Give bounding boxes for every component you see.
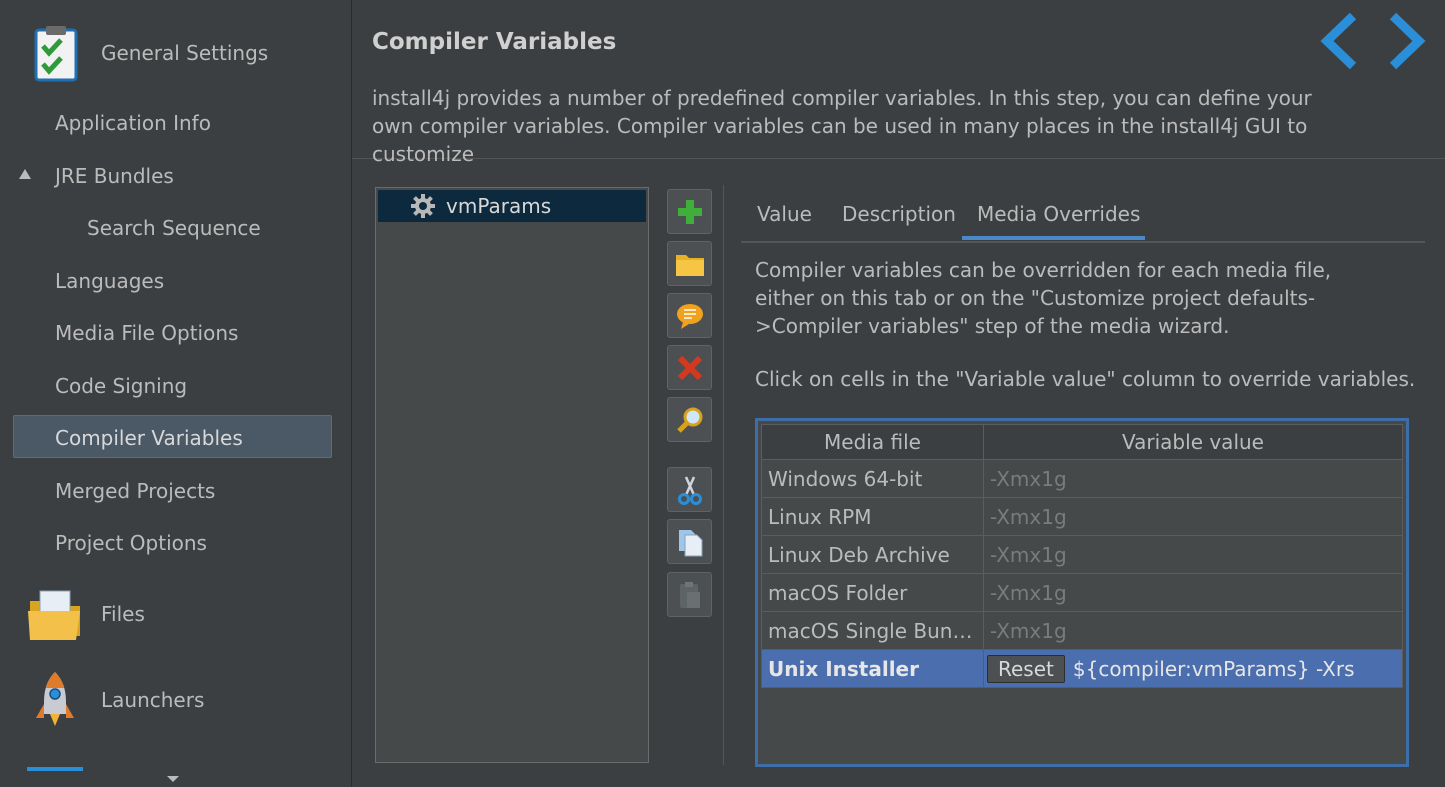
sidebar-section-launchers[interactable]: Launchers <box>0 660 351 740</box>
media-file-cell: Windows 64-bit <box>761 459 984 498</box>
variable-name: vmParams <box>446 194 552 218</box>
magnifier-icon <box>676 407 702 433</box>
table-row[interactable]: Linux Deb Archive -Xmx1g <box>761 535 1403 574</box>
sidebar-item-jre-bundles[interactable]: JRE Bundles <box>55 164 174 188</box>
overrides-info-text: Compiler variables can be overridden for… <box>755 258 1332 338</box>
sidebar: General Settings Application Info JRE Bu… <box>0 0 352 787</box>
search-button[interactable] <box>667 397 712 442</box>
page-description: install4j provides a number of predefine… <box>372 86 1312 166</box>
folder-icon <box>28 590 80 640</box>
variable-value-cell[interactable]: -Xmx1g <box>983 611 1403 650</box>
variable-list[interactable]: vmParams <box>375 187 649 763</box>
copy-button[interactable] <box>667 519 712 564</box>
sidebar-item-merged-projects[interactable]: Merged Projects <box>55 479 215 503</box>
cut-button[interactable] <box>667 467 712 512</box>
sidebar-item-compiler-variables[interactable]: Compiler Variables <box>55 426 243 450</box>
sidebar-section-general-settings[interactable]: General Settings <box>0 0 351 105</box>
chevron-right-icon[interactable] <box>1387 12 1427 70</box>
tab-media-overrides[interactable]: Media Overrides <box>977 202 1140 226</box>
close-icon <box>677 355 702 380</box>
tab-bar: Value Description Media Overrides <box>741 192 1425 243</box>
sidebar-section-files[interactable]: Files <box>0 575 351 653</box>
paste-icon <box>679 581 700 608</box>
plus-icon <box>677 199 702 224</box>
column-header-variable-value[interactable]: Variable value <box>983 424 1403 460</box>
media-file-cell: Unix Installer <box>761 649 984 688</box>
table-row[interactable]: Windows 64-bit -Xmx1g <box>761 459 1403 498</box>
sidebar-item-languages[interactable]: Languages <box>55 269 164 293</box>
add-variable-button[interactable] <box>667 189 712 234</box>
media-file-cell: macOS Single Bundl... <box>761 611 984 650</box>
gear-icon <box>411 194 435 218</box>
overrides-grid: Media file Variable value Windows 64-bit… <box>761 424 1403 688</box>
page-title: Compiler Variables <box>372 29 617 55</box>
column-header-media-file[interactable]: Media file <box>761 424 984 460</box>
add-folder-button[interactable] <box>667 241 712 286</box>
overrides-hint-text: Click on cells in the "Variable value" c… <box>755 367 1416 391</box>
delete-button[interactable] <box>667 345 712 390</box>
table-header-row: Media file Variable value <box>761 424 1403 460</box>
variable-value-cell[interactable]: -Xmx1g <box>983 535 1403 574</box>
comment-icon <box>676 303 703 329</box>
folder-icon <box>675 254 704 276</box>
table-row-selected[interactable]: Unix Installer Reset ${compiler:vmParams}… <box>761 649 1403 688</box>
tab-value[interactable]: Value <box>757 202 812 226</box>
paste-button[interactable] <box>667 572 712 617</box>
sidebar-item-application-info[interactable]: Application Info <box>55 111 211 135</box>
page-header: Compiler Variables install4j provides a … <box>352 0 1445 166</box>
clipboard-check-icon <box>34 26 78 82</box>
copy-icon <box>678 529 702 556</box>
edit-comment-button[interactable] <box>667 293 712 338</box>
sidebar-section-label: Files <box>101 602 145 626</box>
rocket-icon <box>36 672 74 726</box>
media-file-cell: Linux RPM <box>761 497 984 536</box>
override-value-text[interactable]: ${compiler:vmParams} -Xrs <box>1073 657 1355 681</box>
sidebar-item-code-signing[interactable]: Code Signing <box>55 374 187 398</box>
scroll-down-arrow-icon[interactable] <box>167 776 179 782</box>
sidebar-item-media-file-options[interactable]: Media File Options <box>55 321 238 345</box>
variable-value-cell-editing[interactable]: Reset ${compiler:vmParams} -Xrs <box>983 649 1403 688</box>
sidebar-section-label: Launchers <box>101 688 205 712</box>
sidebar-section-label: General Settings <box>101 41 269 65</box>
table-row[interactable]: Linux RPM -Xmx1g <box>761 497 1403 536</box>
overrides-table[interactable]: Media file Variable value Windows 64-bit… <box>755 418 1409 767</box>
sidebar-item-project-options[interactable]: Project Options <box>55 531 207 555</box>
variable-value-cell[interactable]: -Xmx1g <box>983 573 1403 612</box>
reset-button[interactable]: Reset <box>987 654 1065 683</box>
active-tab-indicator <box>962 236 1145 240</box>
next-section-icon-fragment <box>27 767 83 771</box>
variable-value-cell[interactable]: -Xmx1g <box>983 497 1403 536</box>
list-item[interactable]: vmParams <box>378 190 646 222</box>
expand-triangle-icon[interactable] <box>19 169 31 179</box>
table-row[interactable]: macOS Single Bundl... -Xmx1g <box>761 611 1403 650</box>
variable-value-cell[interactable]: -Xmx1g <box>983 459 1403 498</box>
chevron-left-icon[interactable] <box>1319 12 1359 70</box>
table-row[interactable]: macOS Folder -Xmx1g <box>761 573 1403 612</box>
panel-divider <box>723 185 724 765</box>
media-file-cell: macOS Folder <box>761 573 984 612</box>
scissors-icon <box>677 475 702 505</box>
sidebar-item-search-sequence[interactable]: Search Sequence <box>87 216 261 240</box>
media-file-cell: Linux Deb Archive <box>761 535 984 574</box>
tab-description[interactable]: Description <box>842 202 956 226</box>
